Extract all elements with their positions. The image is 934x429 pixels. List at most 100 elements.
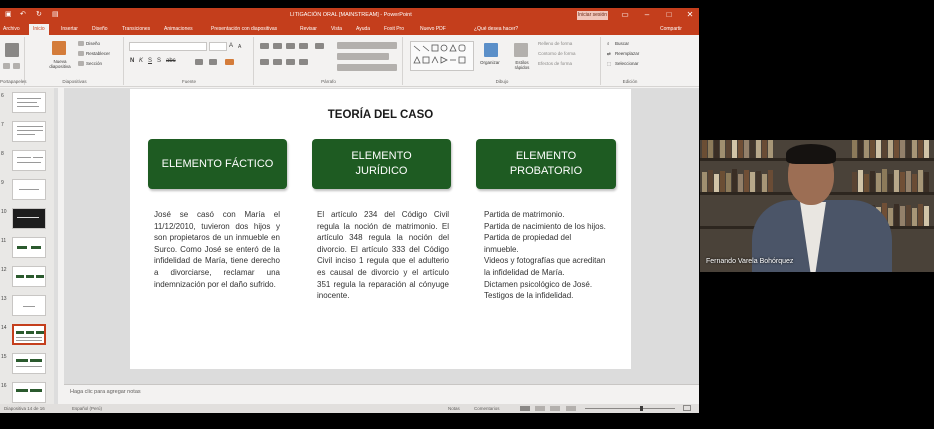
line-spacing-icon[interactable]	[315, 43, 324, 49]
slide: TEORÍA DEL CASO ELEMENTO FÁCTICO ELEMENT…	[130, 89, 631, 369]
slide-counter: Diapositiva 14 de 16	[4, 406, 45, 411]
shapes-gallery[interactable]	[410, 41, 474, 71]
language-indicator[interactable]: Español (Perú)	[72, 406, 102, 411]
maximize-icon[interactable]: □	[662, 10, 676, 19]
replace-button[interactable]: Reemplazar	[615, 51, 639, 56]
new-slide-icon[interactable]	[52, 41, 66, 55]
layout-button[interactable]: Diseño	[86, 41, 100, 46]
slide-sorter-icon[interactable]	[535, 406, 545, 411]
ribbon-display-icon[interactable]: ▭	[618, 10, 632, 19]
thumbnail-7[interactable]: 7	[0, 121, 58, 147]
group-label-drawing: Dibujo	[495, 79, 509, 84]
font-size-select[interactable]	[209, 42, 227, 51]
tab-insertar[interactable]: Insertar	[61, 26, 78, 32]
shape-outline-button[interactable]: Contorno de forma	[538, 51, 576, 56]
thumbnail-6[interactable]: 6	[0, 92, 58, 118]
box-elemento-probatorio: ELEMENTO PROBATORIO	[476, 139, 616, 189]
reading-view-icon[interactable]	[550, 406, 560, 411]
zoom-slider-thumb[interactable]	[640, 406, 643, 411]
change-case-icon[interactable]	[209, 59, 217, 65]
zoom-slider[interactable]	[585, 408, 675, 409]
bullets-icon[interactable]	[260, 43, 269, 49]
char-spacing-icon[interactable]	[195, 59, 203, 65]
convert-smartart-button[interactable]	[337, 64, 397, 71]
font-color-icon[interactable]	[225, 59, 234, 65]
share-button[interactable]: Compartir	[660, 26, 682, 32]
thumbnail-11[interactable]: 11	[0, 237, 58, 263]
justify-icon[interactable]	[299, 59, 308, 65]
align-center-icon[interactable]	[273, 59, 282, 65]
find-button[interactable]: Buscar	[615, 41, 629, 46]
fit-to-window-icon[interactable]	[683, 405, 691, 411]
start-slideshow-icon[interactable]: ▤	[52, 11, 59, 19]
thumbnail-15[interactable]: 15	[0, 353, 58, 379]
section-button[interactable]: Sección	[86, 61, 102, 66]
new-slide-button[interactable]: Nueva diapositiva	[48, 59, 72, 69]
numbering-icon[interactable]	[273, 43, 282, 49]
decrease-indent-icon[interactable]	[286, 43, 295, 49]
tab-transiciones[interactable]: Transiciones	[122, 26, 150, 32]
thumbnails-scrollbar[interactable]	[54, 88, 58, 404]
thumbnail-12[interactable]: 12	[0, 266, 58, 292]
comments-button[interactable]: Comentarios	[474, 406, 500, 411]
text-direction-button[interactable]	[337, 42, 397, 49]
thumbnail-image	[12, 150, 46, 171]
underline-icon[interactable]: S	[148, 58, 152, 64]
align-left-icon[interactable]	[260, 59, 269, 65]
thumbnail-number: 9	[1, 180, 4, 186]
thumbnail-9[interactable]: 9	[0, 179, 58, 205]
thumbnail-14[interactable]: 14	[0, 324, 58, 350]
tab-presentacion[interactable]: Presentación con diapositivas	[211, 26, 277, 32]
grow-font-icon[interactable]: A	[229, 43, 233, 49]
tab-animaciones[interactable]: Animaciones	[164, 26, 193, 32]
font-name-select[interactable]	[129, 42, 207, 51]
select-icon: ⬚	[607, 61, 612, 66]
thumbnail-number: 7	[1, 122, 4, 128]
reset-button[interactable]: Restablecer	[86, 51, 110, 56]
thumbnail-image	[12, 295, 46, 316]
tell-me-search[interactable]: ¿Qué desea hacer?	[474, 26, 518, 32]
align-right-icon[interactable]	[286, 59, 295, 65]
quick-styles-icon[interactable]	[514, 43, 528, 57]
cut-icon[interactable]	[3, 63, 10, 69]
redo-icon[interactable]: ↻	[36, 11, 42, 19]
arrange-icon[interactable]	[484, 43, 498, 57]
tab-diseno[interactable]: Diseño	[92, 26, 108, 32]
thumbnail-16[interactable]: 16	[0, 382, 58, 404]
paste-icon[interactable]	[5, 43, 19, 57]
copy-icon[interactable]	[13, 63, 20, 69]
shape-fill-button[interactable]: Relleno de forma	[538, 41, 572, 46]
align-text-button[interactable]	[337, 53, 389, 60]
tab-nuevo-pdf[interactable]: Nuevo PDF	[420, 26, 446, 32]
normal-view-icon[interactable]	[520, 406, 530, 411]
strikethrough-icon[interactable]: abc	[166, 58, 176, 64]
thumbnail-10[interactable]: 10	[0, 208, 58, 234]
close-icon[interactable]: ✕	[683, 10, 697, 19]
quick-styles-button[interactable]: Estilos rápidos	[510, 60, 534, 70]
slideshow-view-icon[interactable]	[566, 406, 576, 411]
shrink-font-icon[interactable]: A	[238, 44, 241, 50]
thumbnail-13[interactable]: 13	[0, 295, 58, 321]
italic-icon[interactable]: K	[139, 58, 143, 64]
tab-archivo[interactable]: Archivo	[3, 26, 20, 32]
tab-inicio[interactable]: Inicio	[29, 24, 49, 35]
tab-vista[interactable]: Vista	[331, 26, 342, 32]
notes-button[interactable]: Notas	[448, 406, 460, 411]
bold-icon[interactable]: N	[130, 58, 134, 64]
thumbnail-image	[12, 179, 46, 200]
signin-button[interactable]: Iniciar sesión	[577, 11, 608, 20]
select-button[interactable]: Seleccionar	[615, 61, 639, 66]
tab-foxit[interactable]: Foxit Pro	[384, 26, 404, 32]
undo-icon[interactable]: ↶	[20, 11, 26, 19]
shape-effects-button[interactable]: Efectos de forma	[538, 61, 572, 66]
notes-pane[interactable]: Haga clic para agregar notas	[64, 384, 699, 399]
save-icon[interactable]: ▣	[5, 11, 12, 19]
shadow-icon[interactable]: S	[157, 58, 161, 64]
tab-revisar[interactable]: Revisar	[300, 26, 317, 32]
arrange-button[interactable]: Organizar	[480, 60, 500, 65]
thumbnail-image	[12, 208, 46, 229]
thumbnail-8[interactable]: 8	[0, 150, 58, 176]
increase-indent-icon[interactable]	[299, 43, 308, 49]
minimize-icon[interactable]: –	[640, 10, 654, 19]
tab-ayuda[interactable]: Ayuda	[356, 26, 370, 32]
